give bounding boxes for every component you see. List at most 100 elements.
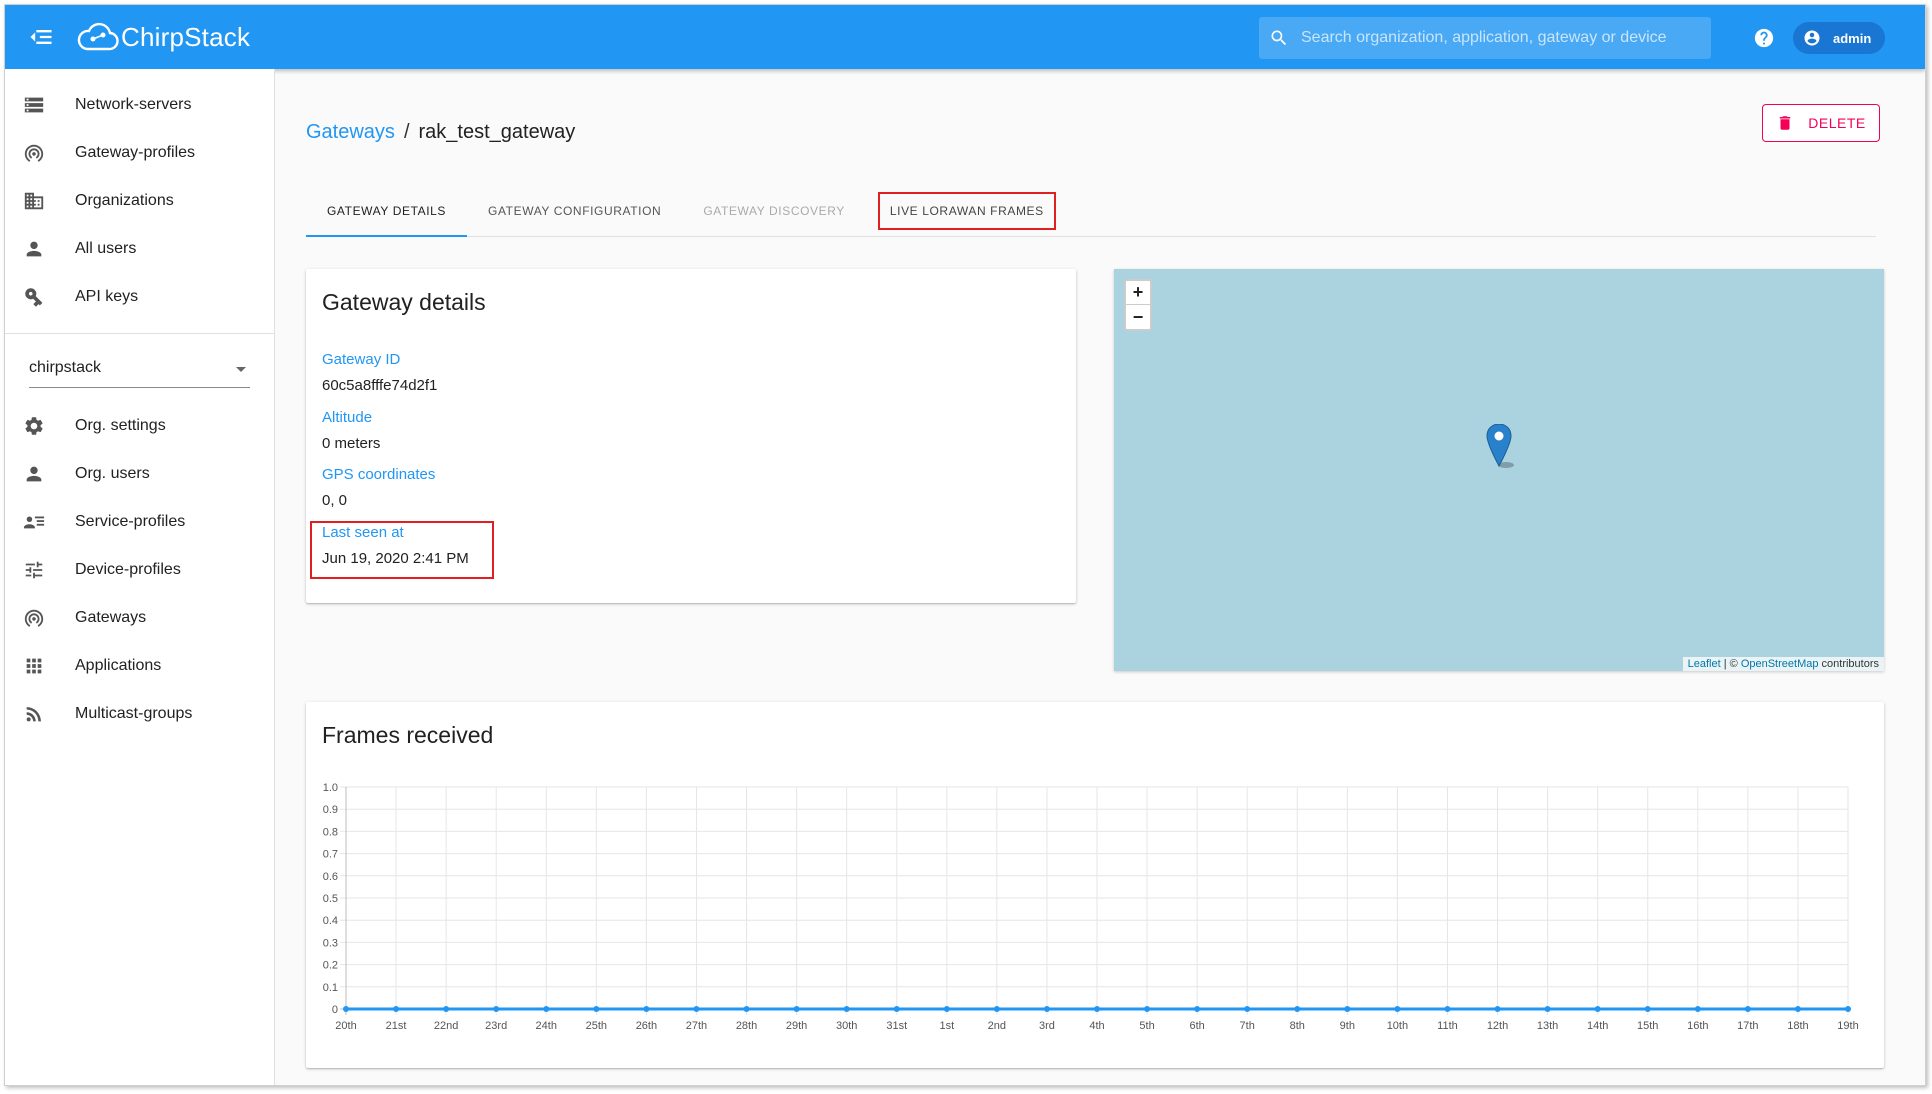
sidebar-item-multicast-groups[interactable]: Multicast-groups: [5, 690, 274, 738]
sidebar-item-gateway-profiles[interactable]: Gateway-profiles: [5, 129, 274, 177]
gear-icon: [25, 417, 43, 435]
sidebar-item-organizations[interactable]: Organizations: [5, 177, 274, 225]
data-point: [1644, 1006, 1651, 1012]
sidebar-item-org-settings[interactable]: Org. settings: [5, 402, 274, 450]
data-point: [1544, 1006, 1551, 1012]
help-icon[interactable]: [1753, 27, 1775, 49]
openstreetmap-link[interactable]: OpenStreetMap: [1741, 658, 1819, 670]
gps-coordinates-label: GPS coordinates: [322, 466, 436, 483]
x-tick-label: 4th: [1089, 1020, 1104, 1032]
gateway-location-map[interactable]: + − Leaflet | © OpenStreetMap contributo…: [1114, 269, 1884, 671]
y-tick-label: 1.0: [323, 782, 338, 794]
x-tick-label: 11th: [1437, 1020, 1458, 1032]
tab-live-lorawan-frames[interactable]: LIVE LORAWAN FRAMES: [877, 192, 1056, 230]
sidebar-item-gateways[interactable]: Gateways: [5, 594, 274, 642]
x-tick-label: 3rd: [1039, 1020, 1055, 1032]
user-menu-button[interactable]: admin: [1793, 22, 1885, 54]
sidebar-item-service-profiles[interactable]: Service-profiles: [5, 498, 274, 546]
breadcrumb-separator: /: [403, 121, 410, 143]
brand-logo[interactable]: ChirpStack: [75, 17, 250, 57]
data-point: [593, 1006, 600, 1012]
domain-icon: [24, 192, 44, 210]
data-point: [1744, 1006, 1751, 1012]
org-nav: Org. settings Org. users Service-profile…: [5, 388, 274, 738]
sidebar-item-label: Multicast-groups: [75, 705, 193, 722]
data-point: [843, 1006, 850, 1012]
data-point: [693, 1006, 700, 1012]
sidebar-item-applications[interactable]: Applications: [5, 642, 274, 690]
sidebar-item-label: Org. settings: [75, 417, 166, 434]
x-tick-label: 17th: [1737, 1020, 1758, 1032]
data-point: [1194, 1006, 1201, 1012]
sidebar-item-label: All users: [75, 240, 137, 257]
y-tick-label: 0.8: [323, 826, 338, 838]
tab-gateway-details[interactable]: GATEWAY DETAILS: [306, 187, 468, 237]
breadcrumb-gateways-link[interactable]: Gateways: [306, 121, 395, 144]
card-title: Gateway details: [322, 289, 486, 315]
data-point: [793, 1006, 800, 1012]
server-icon: [24, 97, 44, 113]
menu-open-icon[interactable]: [27, 23, 55, 51]
gateway-id-value: 60c5a8fffe74d2f1: [322, 377, 438, 394]
key-icon: [25, 288, 43, 307]
search-input[interactable]: [1301, 29, 1711, 47]
data-point: [1144, 1006, 1151, 1012]
apps-icon: [26, 658, 42, 674]
app-window: ChirpStack admin Network-servers Gateway…: [4, 4, 1926, 1086]
sidebar-divider: [5, 333, 274, 334]
y-tick-label: 0.9: [323, 804, 338, 816]
data-point: [743, 1006, 750, 1012]
attribution-tail: contributors: [1818, 658, 1879, 670]
x-tick-label: 23rd: [485, 1020, 507, 1032]
leaflet-link[interactable]: Leaflet: [1688, 658, 1721, 670]
gateway-id-label: Gateway ID: [322, 351, 401, 368]
data-point: [393, 1006, 400, 1012]
top-app-bar: ChirpStack admin: [5, 5, 1925, 69]
x-tick-label: 12th: [1487, 1020, 1508, 1032]
x-tick-label: 9th: [1340, 1020, 1355, 1032]
tune-icon: [25, 561, 43, 579]
data-point: [1594, 1006, 1601, 1012]
sidebar-item-label: Service-profiles: [75, 513, 186, 530]
sidebar-item-org-users[interactable]: Org. users: [5, 450, 274, 498]
x-tick-label: 20th: [335, 1020, 356, 1032]
service-profile-icon: [23, 516, 45, 529]
user-name: admin: [1833, 30, 1872, 46]
gateway-details-card: Gateway details Gateway ID 60c5a8fffe74d…: [306, 269, 1076, 603]
x-tick-label: 27th: [686, 1020, 707, 1032]
gateway-icon: [24, 144, 44, 162]
data-point: [1394, 1006, 1401, 1012]
sidebar-item-label: Gateways: [75, 609, 147, 626]
sidebar-item-api-keys[interactable]: API keys: [5, 273, 274, 321]
data-point: [1444, 1006, 1451, 1012]
x-tick-label: 25th: [586, 1020, 607, 1032]
data-point: [1845, 1006, 1851, 1012]
sidebar-item-device-profiles[interactable]: Device-profiles: [5, 546, 274, 594]
gps-coordinates-value: 0, 0: [322, 492, 348, 509]
organization-select[interactable]: chirpstack: [29, 348, 250, 388]
search-icon: [1271, 30, 1287, 46]
tab-gateway-discovery[interactable]: GATEWAY DISCOVERY: [682, 187, 866, 235]
gateway-tabs: GATEWAY DETAILS GATEWAY CONFIGURATION GA…: [306, 187, 1876, 237]
sidebar-item-label: Network-servers: [75, 96, 192, 113]
sidebar-item-all-users[interactable]: All users: [5, 225, 274, 273]
data-point: [1043, 1006, 1050, 1012]
sidebar-item-network-servers[interactable]: Network-servers: [5, 81, 274, 129]
y-tick-label: 0.6: [323, 871, 338, 883]
x-tick-label: 15th: [1637, 1020, 1658, 1032]
sidebar-item-label: API keys: [75, 288, 139, 305]
y-tick-label: 0.3: [323, 937, 338, 949]
x-tick-label: 24th: [536, 1020, 557, 1032]
organization-select-value: chirpstack: [29, 358, 102, 376]
y-tick-label: 0: [332, 1004, 338, 1016]
map-marker-icon[interactable]: [1486, 424, 1516, 470]
zoom-out-button[interactable]: −: [1126, 305, 1150, 329]
data-point: [1244, 1006, 1251, 1012]
x-tick-label: 6th: [1189, 1020, 1204, 1032]
delete-button[interactable]: DELETE: [1762, 104, 1880, 142]
data-point: [943, 1006, 950, 1012]
zoom-in-button[interactable]: +: [1126, 281, 1150, 305]
tab-gateway-configuration[interactable]: GATEWAY CONFIGURATION: [467, 187, 682, 235]
search-box[interactable]: [1259, 17, 1711, 59]
y-tick-label: 0.5: [323, 893, 338, 905]
